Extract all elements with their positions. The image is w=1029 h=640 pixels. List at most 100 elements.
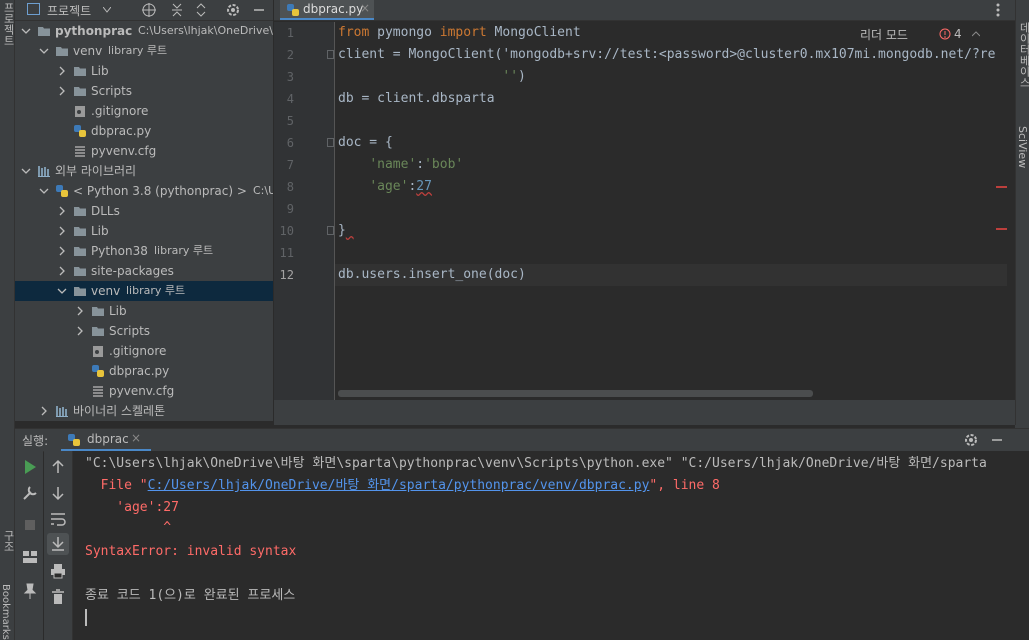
chevron-down-icon[interactable] <box>57 286 67 296</box>
chevron-right-icon[interactable] <box>39 406 49 416</box>
chevron-right-icon[interactable] <box>57 86 67 96</box>
chevron-right-icon[interactable] <box>57 66 67 76</box>
chevron-down-icon[interactable] <box>39 46 49 56</box>
error-stripe-mark[interactable] <box>996 228 1007 230</box>
chevron-right-icon[interactable] <box>57 226 67 236</box>
right-tool-strip: 데이터베이스 SciView <box>1015 0 1029 425</box>
tab-dbprac-py[interactable]: dbprac.py × <box>280 0 374 20</box>
tree-item-label: site-packages <box>91 264 174 278</box>
chevron-down-icon[interactable] <box>39 186 49 196</box>
chevron-right-icon[interactable] <box>75 306 85 316</box>
close-icon[interactable]: × <box>131 431 141 445</box>
more-options-icon[interactable] <box>991 2 1005 18</box>
minimize-icon[interactable] <box>251 2 267 18</box>
tree-item-hint: C:\Use <box>253 184 273 197</box>
database-tool-tab[interactable]: 데이터베이스 <box>1016 22 1029 92</box>
config-file-icon <box>91 384 105 398</box>
tree-item[interactable]: 바이너리 스켈레톤 <box>15 401 273 421</box>
pin-icon[interactable] <box>20 581 40 601</box>
tree-item-label: < Python 3.8 (pythonprac) > <box>73 184 247 198</box>
tree-item[interactable]: .gitignore <box>15 101 273 121</box>
print-icon[interactable] <box>48 561 68 581</box>
crosshair-icon[interactable] <box>141 2 157 18</box>
fold-marker-icon[interactable] <box>327 226 334 235</box>
chevron-down-icon[interactable] <box>21 26 31 36</box>
tree-item[interactable]: dbprac.py <box>15 121 273 141</box>
console-cursor <box>85 609 87 626</box>
folder-icon <box>91 304 105 318</box>
code-editor[interactable]: from pymongo import MongoClient client = … <box>335 22 1007 400</box>
code-line: 'name':'bob' <box>369 157 464 172</box>
tree-item[interactable]: < Python 3.8 (pythonprac) > C:\Use <box>15 181 273 201</box>
editor-tab-bar <box>274 0 1029 21</box>
console-file-link[interactable]: C:/Users/lhjak/OneDrive/바탕 화면/sparta/pyt… <box>148 478 650 493</box>
chevron-up-icon[interactable] <box>972 31 980 37</box>
stop-icon[interactable] <box>20 515 40 535</box>
arrow-up-icon[interactable] <box>48 457 68 477</box>
tree-item[interactable]: pyvenv.cfg <box>15 141 273 161</box>
gear-icon[interactable] <box>225 2 241 18</box>
library-icon <box>55 404 69 418</box>
collapse-all-icon[interactable] <box>193 2 209 18</box>
tree-item[interactable]: .gitignore <box>15 341 273 361</box>
layout-icon[interactable] <box>20 547 40 567</box>
gear-icon[interactable] <box>963 432 979 448</box>
chevron-right-icon[interactable] <box>57 206 67 216</box>
tree-item[interactable]: venv library 루트 <box>15 281 273 301</box>
tree-item[interactable]: dbprac.py <box>15 361 273 381</box>
tree-item[interactable]: Scripts <box>15 321 273 341</box>
project-panel-title[interactable]: 프로젝트 <box>47 2 91 19</box>
tab-run-dbprac[interactable]: dbprac × <box>61 429 151 451</box>
chevron-right-icon[interactable] <box>57 246 67 256</box>
tree-item-label: Scripts <box>109 324 151 338</box>
structure-tool-tab[interactable]: 구조 <box>0 530 16 552</box>
minimize-icon[interactable] <box>989 432 1005 448</box>
fold-marker-icon[interactable] <box>327 50 334 59</box>
project-tool-tab[interactable]: 프로젝트 <box>0 2 16 46</box>
tree-item[interactable]: venv library 루트 <box>15 41 273 61</box>
tree-item[interactable]: Lib <box>15 61 273 81</box>
editor-horizontal-scrollbar[interactable] <box>338 390 813 397</box>
fold-marker-icon[interactable] <box>327 138 334 147</box>
tree-item-label: dbprac.py <box>109 364 170 378</box>
library-icon <box>37 164 51 178</box>
python-file-icon <box>73 124 87 138</box>
scroll-to-end-toggle[interactable] <box>47 533 69 555</box>
chevron-down-icon[interactable] <box>103 7 111 13</box>
bookmarks-tool-tab[interactable]: Bookmarks <box>0 584 11 640</box>
tree-item[interactable]: Python38 library 루트 <box>15 241 273 261</box>
chevron-right-icon[interactable] <box>75 326 85 336</box>
tree-item[interactable]: pythonprac C:\Users\lhjak\OneDrive\바탕 <box>15 21 273 41</box>
soft-wrap-icon[interactable] <box>48 509 68 529</box>
chevron-right-icon[interactable] <box>57 266 67 276</box>
sciview-tool-tab[interactable]: SciView <box>1016 126 1029 168</box>
config-file-icon <box>73 144 87 158</box>
python-file-icon <box>68 434 80 446</box>
arrow-down-icon[interactable] <box>48 483 68 503</box>
trash-icon[interactable] <box>48 587 68 607</box>
close-icon[interactable]: × <box>360 1 370 15</box>
editor-vertical-scrollbar[interactable] <box>1008 22 1015 400</box>
gitignore-file-icon <box>73 104 87 118</box>
error-stripe-mark[interactable] <box>996 186 1007 188</box>
chevron-down-icon[interactable] <box>21 166 31 176</box>
tree-item[interactable]: DLLs <box>15 201 273 221</box>
problem-count[interactable]: 4 <box>954 27 962 41</box>
tree-item[interactable]: 외부 라이브러리 <box>15 161 273 181</box>
code-line: db.users.insert_one(doc) <box>338 267 526 282</box>
run-console[interactable]: "C:\Users\lhjak\OneDrive\바탕 화면\sparta\py… <box>73 451 1029 640</box>
tree-item[interactable]: Scripts <box>15 81 273 101</box>
project-tree: pythonprac C:\Users\lhjak\OneDrive\바탕 venv… <box>15 21 273 421</box>
tree-item[interactable]: pyvenv.cfg <box>15 381 273 401</box>
wrench-icon[interactable] <box>20 483 40 503</box>
tree-item[interactable]: Lib <box>15 221 273 241</box>
folder-icon <box>73 84 87 98</box>
tree-item[interactable]: site-packages <box>15 261 273 281</box>
rerun-icon[interactable] <box>20 457 40 477</box>
tree-item[interactable]: Lib <box>15 301 273 321</box>
line-number: 4 <box>286 92 294 106</box>
run-tab-label: dbprac <box>87 432 129 446</box>
python-file-icon <box>91 364 105 378</box>
expand-all-icon[interactable] <box>169 2 185 18</box>
reader-mode-button[interactable]: 리더 모드 <box>860 26 908 43</box>
